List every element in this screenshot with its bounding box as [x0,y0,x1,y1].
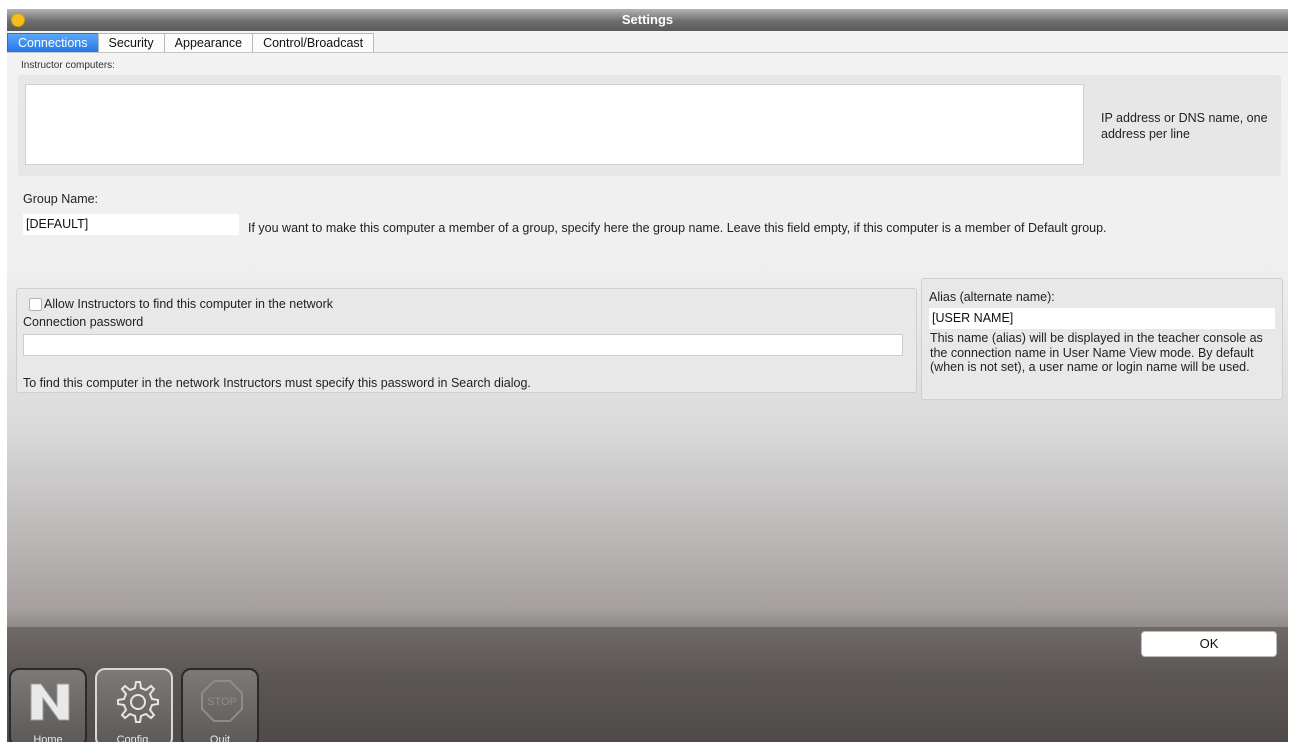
home-label: Home [33,734,63,742]
group-name-input[interactable]: [DEFAULT] [23,214,239,235]
tab-connections[interactable]: Connections [7,33,99,53]
alias-label: Alias (alternate name): [929,290,1055,304]
svg-text:STOP: STOP [207,696,237,708]
allow-find-label: Allow Instructors to find this computer … [44,297,334,311]
window-title: Settings [621,12,674,27]
group-name-hint: If you want to make this computer a memb… [248,221,1107,235]
quit-button[interactable]: STOP Quit [181,668,259,742]
settings-window: Settings Connections Security Appearance… [7,9,1288,742]
tab-divider [7,52,1288,53]
group-name-label: Group Name: [23,192,99,206]
tab-appearance[interactable]: Appearance [163,33,254,53]
instructor-computers-label: Instructor computers: [21,60,115,71]
tab-control-broadcast[interactable]: Control/Broadcast [252,33,375,53]
connection-password-hint: To find this computer in the network Ins… [23,376,531,390]
gear-icon [117,681,159,723]
quit-label: Quit [209,734,231,742]
alias-input[interactable]: [USER NAME] [929,308,1275,329]
instructor-computers-hint: IP address or DNS name, one address per … [1101,111,1268,141]
tab-security[interactable]: Security [97,33,165,53]
minimize-window-button[interactable] [11,13,25,27]
config-button[interactable]: Config. [95,668,173,742]
connection-password-input[interactable] [23,334,903,356]
config-label: Config. [116,734,152,742]
instructor-computers-textarea[interactable] [25,84,1084,165]
home-n-logo-icon [30,683,70,721]
allow-find-checkbox[interactable] [29,298,42,311]
connection-password-label: Connection password [23,315,144,329]
home-button[interactable]: Home [9,668,87,742]
alias-description: This name (alias) will be displayed in t… [930,331,1263,374]
tab-bar: Connections Security Appearance Control/… [7,33,375,53]
title-bar: Settings [7,9,1288,31]
ok-button[interactable]: OK [1141,631,1277,657]
stop-sign-icon: STOP [201,680,243,722]
